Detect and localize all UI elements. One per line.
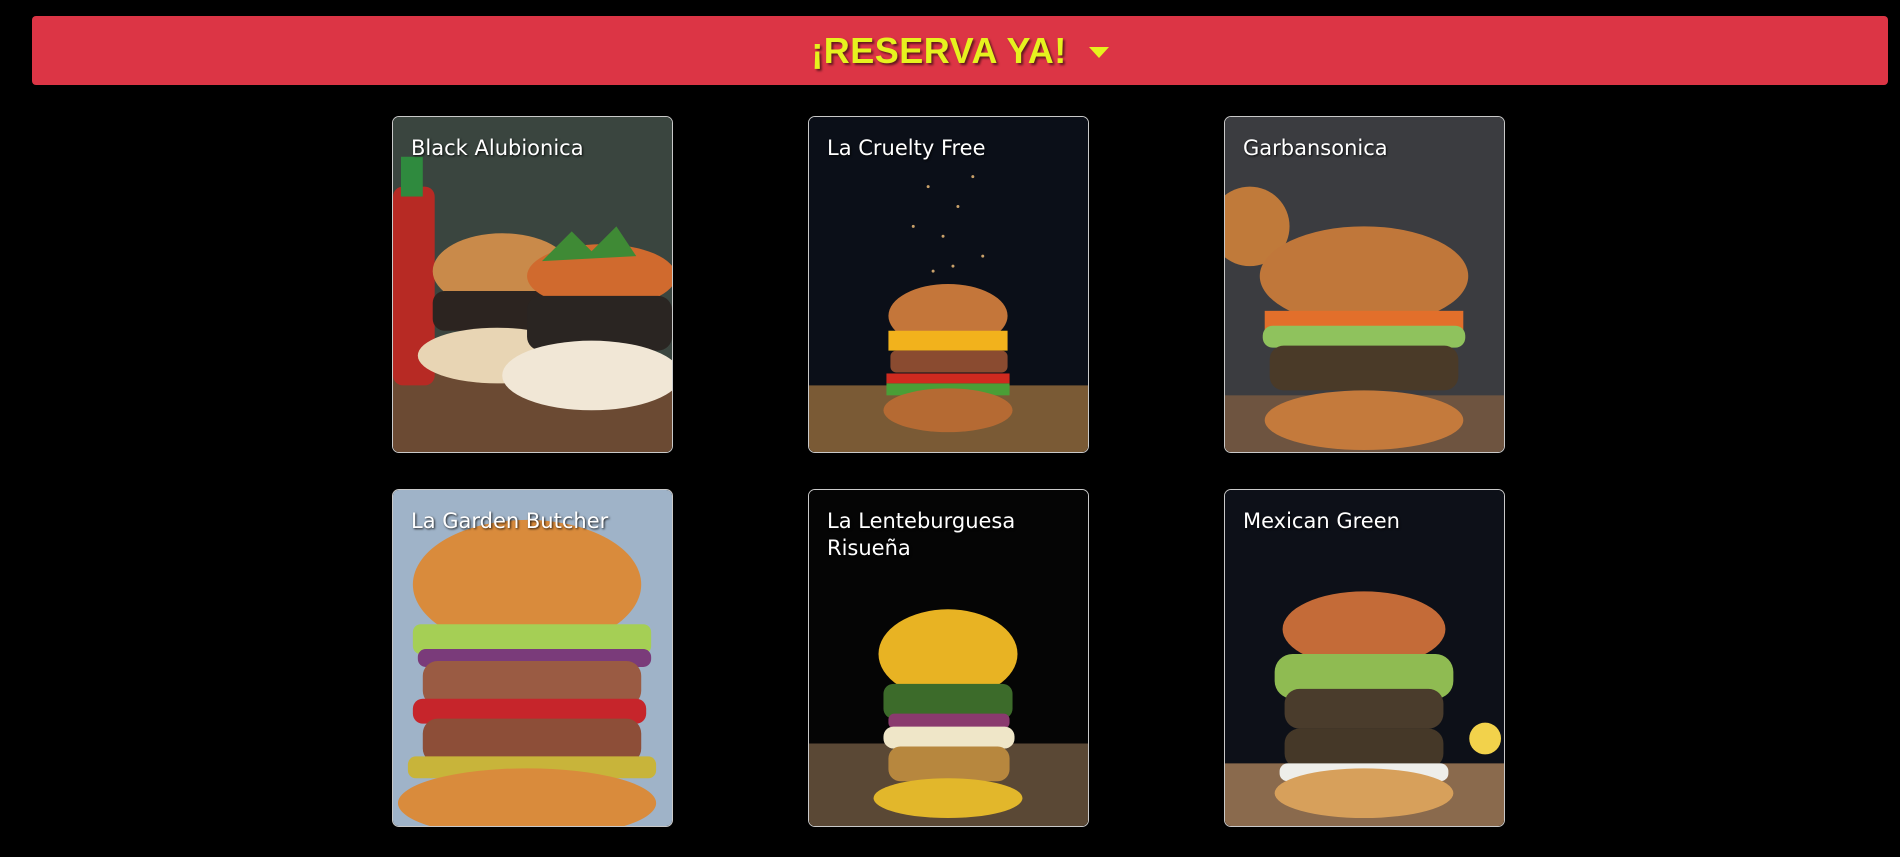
burger-card[interactable]: Garbansonica: [1224, 116, 1505, 453]
burger-card[interactable]: La Garden Butcher: [392, 489, 673, 827]
burger-card[interactable]: Black Alubionica: [392, 116, 673, 453]
burger-card[interactable]: La Lenteburguesa Risueña: [808, 489, 1089, 827]
burger-title: La Cruelty Free: [827, 136, 986, 160]
reserve-now-button[interactable]: ¡RESERVA YA!: [32, 16, 1888, 85]
burger-card[interactable]: Mexican Green: [1224, 489, 1505, 827]
burger-photo: [1225, 490, 1504, 826]
burger-title: La Lenteburguesa Risueña: [827, 509, 1016, 560]
burger-title: Garbansonica: [1243, 136, 1388, 160]
burger-title: Black Alubionica: [411, 136, 584, 160]
burger-title: Mexican Green: [1243, 509, 1400, 533]
burger-title: La Garden Butcher: [411, 509, 609, 533]
burger-photo: [393, 117, 672, 452]
reserve-now-label: ¡RESERVA YA!: [811, 29, 1067, 71]
burger-photo: [809, 117, 1088, 452]
burger-photo: [1225, 117, 1504, 452]
burger-photo: [393, 490, 672, 826]
chevron-down-icon[interactable]: [1088, 47, 1109, 58]
burger-card[interactable]: La Cruelty Free: [808, 116, 1089, 453]
